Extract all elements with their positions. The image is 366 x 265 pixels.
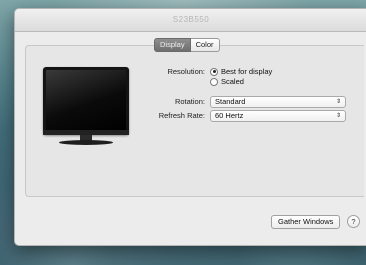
rotation-label: Rotation:	[174, 97, 205, 106]
resolution-label: Resolution:	[167, 67, 205, 76]
tab-bar: Display Color	[154, 38, 220, 52]
refresh-rate-select[interactable]: 60 Hertz ⇕	[210, 110, 346, 122]
tab-display[interactable]: Display	[154, 38, 191, 52]
refresh-rate-value: 60 Hertz	[215, 111, 244, 120]
monitor-stand-base	[59, 140, 113, 145]
tab-color[interactable]: Color	[190, 38, 220, 52]
radio-best-label: Best for display	[221, 67, 273, 76]
refresh-rate-label: Refresh Rate:	[158, 111, 205, 120]
chevron-up-down-icon: ⇕	[335, 113, 341, 119]
rotation-value: Standard	[215, 97, 246, 106]
radio-best-for-display[interactable]	[210, 67, 218, 76]
window-title: S23B550	[172, 15, 210, 24]
help-button[interactable]: ?	[347, 215, 360, 228]
resolution-option-best[interactable]: Best for display	[210, 67, 272, 76]
chevron-up-down-icon: ⇕	[335, 99, 341, 105]
rotation-select[interactable]: Standard ⇕	[210, 96, 346, 108]
monitor-screen	[46, 70, 126, 130]
monitor-icon	[43, 67, 129, 135]
window-titlebar[interactable]: S23B550	[15, 9, 366, 32]
display-preferences-window: S23B550 Display Color Resolution: Best f…	[14, 8, 366, 246]
gather-windows-button[interactable]: Gather Windows	[271, 215, 341, 229]
resolution-option-scaled[interactable]: Scaled	[210, 77, 244, 86]
radio-scaled-label: Scaled	[221, 77, 244, 86]
radio-scaled[interactable]	[210, 77, 218, 86]
